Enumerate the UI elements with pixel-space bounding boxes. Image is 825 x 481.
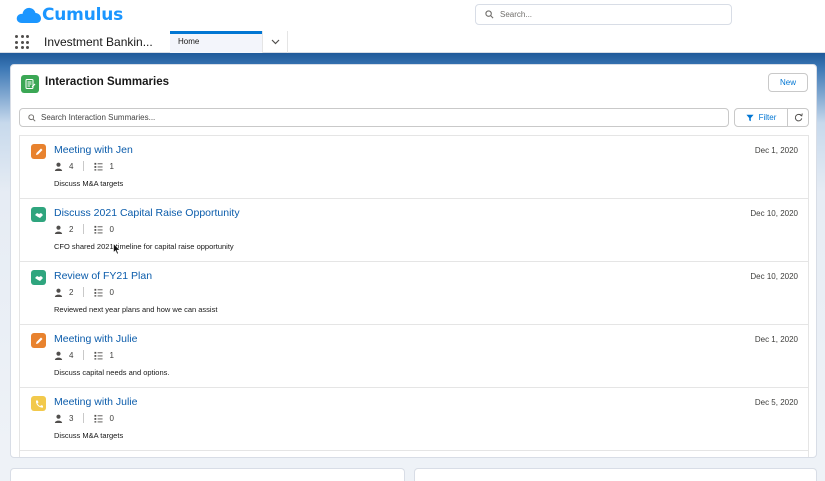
task-list-icon bbox=[94, 162, 104, 171]
handshake-icon bbox=[31, 207, 46, 222]
row-meta: 4 1 bbox=[54, 161, 114, 171]
row-date: Dec 10, 2020 bbox=[750, 209, 798, 218]
row-meta: 2 0 bbox=[54, 224, 114, 234]
list-search-placeholder: Search Interaction Summaries... bbox=[41, 113, 156, 122]
row-title-link[interactable]: Meeting with Julie bbox=[54, 333, 137, 345]
interaction-summaries-card: Interaction Summaries New Search Interac… bbox=[10, 64, 817, 458]
app-name: Investment Bankin... bbox=[44, 35, 153, 49]
list-item[interactable]: Meeting with Julie Dec 5, 2020 3 0 Discu… bbox=[20, 388, 808, 451]
cumulus-logo[interactable]: Cumulus bbox=[16, 5, 123, 25]
cloud-icon bbox=[16, 7, 41, 24]
interaction-summary-icon bbox=[21, 75, 39, 93]
row-description: Reviewed next year plans and how we can … bbox=[54, 305, 218, 314]
person-icon bbox=[54, 288, 63, 297]
row-meta: 2 0 bbox=[54, 287, 114, 297]
row-title-link[interactable]: Discuss 2021 Capital Raise Opportunity bbox=[54, 207, 240, 219]
bottom-card-right bbox=[414, 468, 817, 481]
filter-icon bbox=[746, 114, 754, 121]
phone-icon bbox=[31, 396, 46, 411]
person-icon bbox=[54, 351, 63, 360]
new-button[interactable]: New bbox=[768, 73, 808, 92]
task-count: 0 bbox=[109, 413, 114, 423]
list-search-input[interactable]: Search Interaction Summaries... bbox=[19, 108, 729, 127]
task-count: 0 bbox=[109, 224, 114, 234]
filter-button[interactable]: Filter bbox=[734, 108, 788, 127]
list-item[interactable]: Meeting with Julie Dec 1, 2020 4 1 Discu… bbox=[20, 325, 808, 388]
row-date: Dec 1, 2020 bbox=[754, 335, 798, 344]
row-title-link[interactable]: Meeting with Jen bbox=[54, 144, 133, 156]
attendee-count: 4 bbox=[69, 350, 74, 360]
global-header: Cumulus Search... bbox=[0, 0, 825, 31]
tab-home[interactable]: Home bbox=[170, 31, 262, 53]
search-icon bbox=[28, 113, 36, 122]
row-date: Dec 1, 2020 bbox=[754, 146, 798, 155]
attendee-count: 2 bbox=[69, 224, 74, 234]
task-count: 0 bbox=[109, 287, 114, 297]
row-description: CFO shared 2021 timeline for capital rai… bbox=[54, 242, 234, 251]
card-title: Interaction Summaries bbox=[45, 76, 169, 88]
mouse-cursor-icon bbox=[113, 243, 121, 255]
handshake-icon bbox=[31, 270, 46, 285]
chevron-down-icon bbox=[271, 39, 279, 45]
task-list-icon bbox=[94, 351, 104, 360]
row-description: Discuss capital needs and options. bbox=[54, 368, 170, 377]
person-icon bbox=[54, 414, 63, 423]
row-description: Discuss M&A targets bbox=[54, 431, 124, 440]
pencil-icon bbox=[31, 333, 46, 348]
refresh-icon bbox=[794, 113, 803, 122]
refresh-button[interactable] bbox=[788, 108, 809, 127]
task-count: 1 bbox=[109, 350, 114, 360]
attendee-count: 3 bbox=[69, 413, 74, 423]
filter-label: Filter bbox=[758, 113, 777, 122]
global-search-input[interactable]: Search... bbox=[475, 4, 732, 25]
row-meta: 4 1 bbox=[54, 350, 114, 360]
row-date: Dec 10, 2020 bbox=[750, 272, 798, 281]
global-search-placeholder: Search... bbox=[500, 10, 533, 19]
task-list-icon bbox=[94, 288, 104, 297]
brand-name: Cumulus bbox=[42, 5, 124, 25]
row-description: Discuss M&A targets bbox=[54, 179, 124, 188]
list-item[interactable]: Meeting with Jen Dec 1, 2020 4 1 Discuss… bbox=[20, 136, 808, 199]
person-icon bbox=[54, 162, 63, 171]
list-item[interactable]: Discuss 2021 Capital Raise Opportunity D… bbox=[20, 199, 808, 262]
task-list-icon bbox=[94, 225, 104, 234]
pencil-icon bbox=[31, 144, 46, 159]
list-item[interactable]: Review of FY21 Plan Dec 10, 2020 2 0 Rev… bbox=[20, 262, 808, 325]
row-title-link[interactable]: Review of FY21 Plan bbox=[54, 270, 152, 282]
row-meta: 3 0 bbox=[54, 413, 114, 423]
row-title-link[interactable]: Meeting with Julie bbox=[54, 396, 137, 408]
task-count: 1 bbox=[109, 161, 114, 171]
card-header: Interaction Summaries New bbox=[11, 65, 816, 105]
attendee-count: 2 bbox=[69, 287, 74, 297]
search-icon bbox=[485, 10, 494, 19]
app-nav-bar: Investment Bankin... Home bbox=[0, 31, 825, 53]
task-list-icon bbox=[94, 414, 104, 423]
interaction-list: Meeting with Jen Dec 1, 2020 4 1 Discuss… bbox=[19, 135, 809, 457]
tab-menu-button[interactable] bbox=[262, 31, 288, 53]
person-icon bbox=[54, 225, 63, 234]
list-item-partial[interactable] bbox=[20, 452, 808, 457]
attendee-count: 4 bbox=[69, 161, 74, 171]
bottom-card-left bbox=[10, 468, 405, 481]
app-launcher-icon[interactable] bbox=[15, 35, 29, 49]
row-date: Dec 5, 2020 bbox=[754, 398, 798, 407]
